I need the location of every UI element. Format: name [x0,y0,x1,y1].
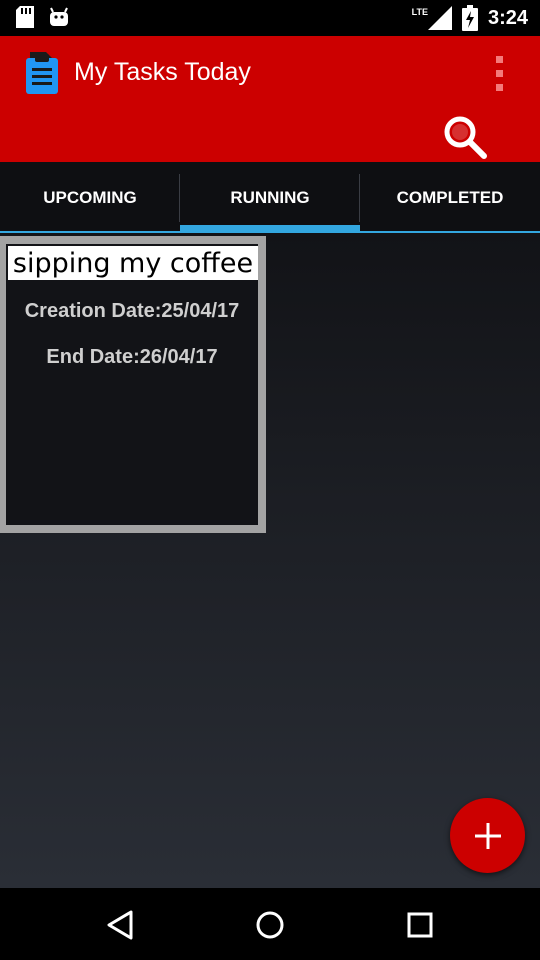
sd-card-icon [16,6,34,28]
task-list: sipping my coffee Creation Date:25/04/17… [0,233,540,888]
task-card[interactable]: sipping my coffee Creation Date:25/04/17… [0,236,266,533]
search-icon[interactable] [442,114,488,160]
android-icon [50,7,68,26]
signal-icon [427,6,452,30]
add-task-button[interactable] [450,798,525,873]
battery-charging-icon [461,5,478,31]
tab-bar: UPCOMING RUNNING COMPLETED [0,162,540,234]
recents-icon[interactable] [403,908,437,942]
network-type-label: LTE [411,7,428,17]
task-creation-date: Creation Date:25/04/17 [24,300,240,322]
add-icon [474,822,501,849]
overflow-menu-icon[interactable] [490,54,510,94]
status-bar: LTE 3:24 [0,0,540,36]
app-bar: My Tasks Today [0,36,540,162]
clipboard-icon [26,52,58,94]
clock: 3:24 [487,6,528,29]
task-title: sipping my coffee [8,246,258,280]
back-icon[interactable] [103,908,137,942]
tab-running[interactable]: RUNNING [180,162,360,234]
navigation-bar [0,888,540,960]
tab-upcoming[interactable]: UPCOMING [0,162,180,234]
app-title: My Tasks Today [74,58,251,86]
task-end-date: End Date:26/04/17 [46,346,218,368]
tab-completed[interactable]: COMPLETED [360,162,540,234]
home-icon[interactable] [253,908,287,942]
